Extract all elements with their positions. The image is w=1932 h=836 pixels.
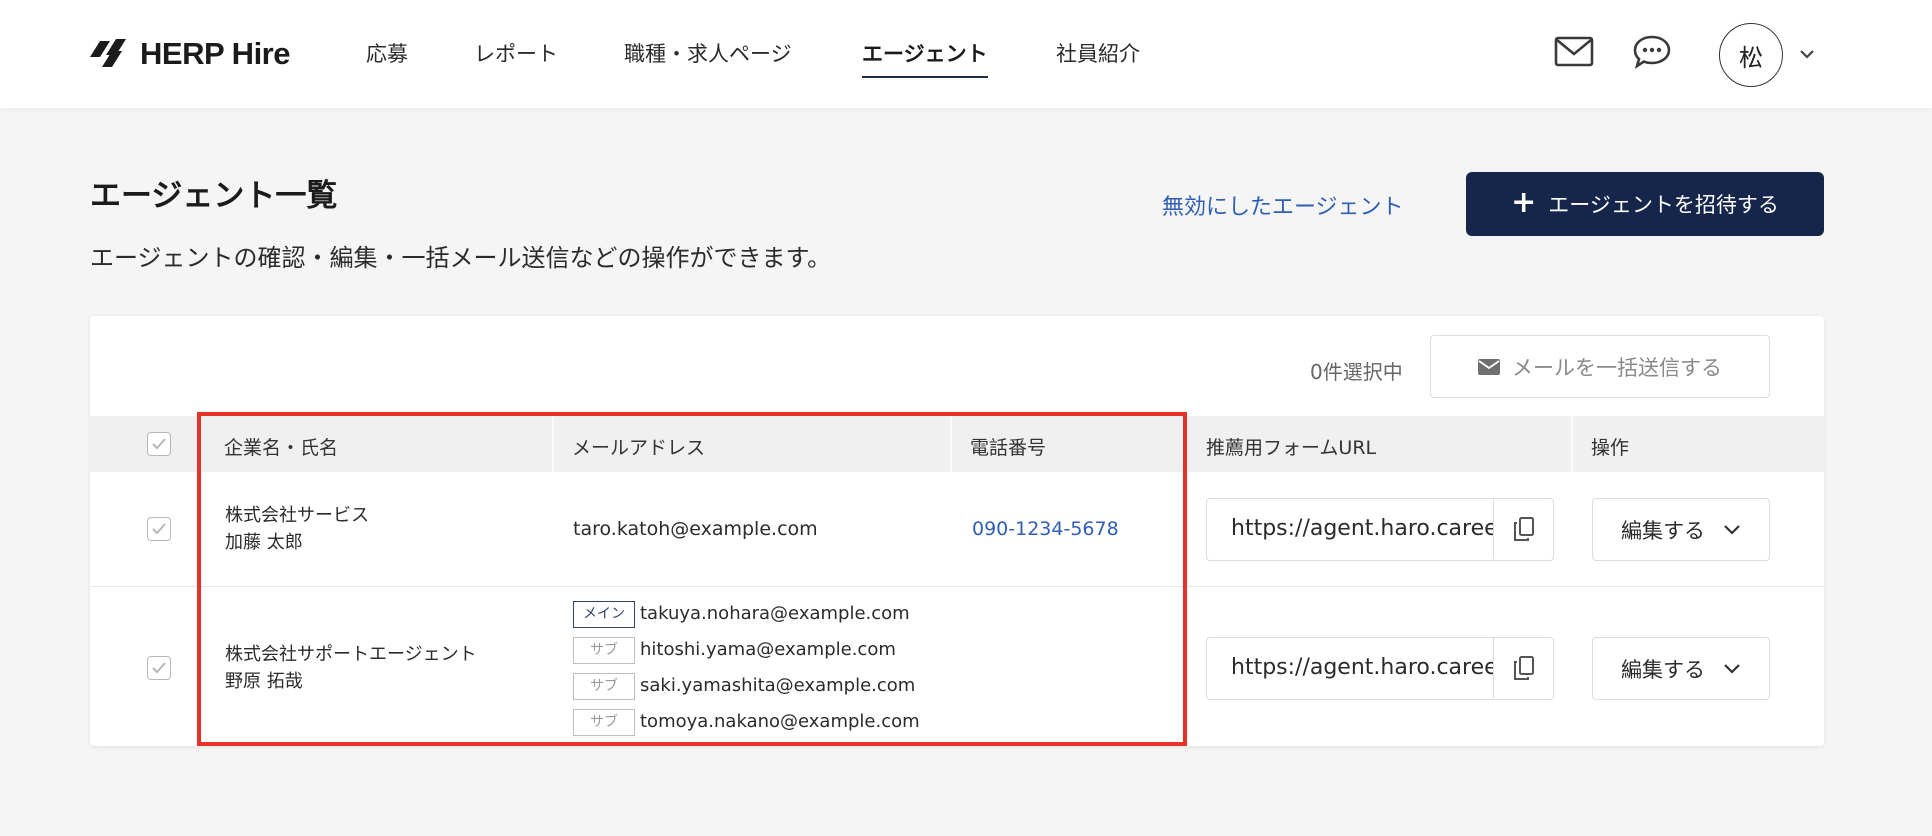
nav-item-jobs[interactable]: 職種・求人ページ (624, 38, 792, 78)
form-url-field: https://agent.haro.careers (1206, 637, 1554, 700)
main-email-badge: メイン (573, 601, 635, 628)
row-agent-name: 野原 拓哉 (225, 671, 303, 692)
top-header: HERP Hire 応募 レポート 職種・求人ページ エージェント 社員紹介 松 (0, 0, 1932, 108)
row-company: 株式会社サポートエージェント (225, 644, 477, 665)
invite-agent-label: エージェントを招待する (1548, 193, 1779, 217)
column-divider (950, 416, 952, 472)
select-all-checkbox[interactable] (147, 432, 171, 456)
column-header-form-url: 推薦用フォームURL (1206, 437, 1377, 459)
bulk-mail-label: メールを一括送信する (1512, 355, 1722, 380)
copy-icon (1513, 517, 1534, 541)
nav-item-reports[interactable]: レポート (474, 38, 558, 78)
chevron-down-icon (1724, 524, 1740, 535)
brand-logo[interactable]: HERP Hire (88, 36, 291, 72)
form-url-input[interactable]: https://agent.haro.careers (1231, 638, 1493, 698)
nav-item-referrals[interactable]: 社員紹介 (1056, 38, 1140, 78)
column-header-actions: 操作 (1591, 437, 1630, 459)
sub-email-badge: サブ (573, 673, 635, 700)
chat-icon[interactable] (1632, 34, 1672, 70)
check-icon (152, 438, 166, 450)
row-email: taro.katoh@example.com (573, 518, 818, 540)
column-divider (1571, 416, 1573, 472)
disabled-agents-link[interactable]: 無効にしたエージェント (1162, 189, 1404, 221)
page-description: エージェントの確認・編集・一括メール送信などの操作ができます。 (90, 244, 832, 272)
form-url-field: https://agent.haro.careers (1206, 498, 1554, 561)
row-checkbox[interactable] (147, 656, 171, 680)
column-divider (552, 416, 554, 472)
page-title: エージェント一覧 (90, 178, 338, 214)
user-avatar[interactable]: 松 (1719, 23, 1783, 87)
column-header-company: 企業名・氏名 (224, 437, 339, 459)
row-company: 株式会社サービス (225, 505, 369, 526)
check-icon (152, 662, 166, 674)
chevron-down-icon[interactable] (1797, 44, 1817, 64)
row-divider (90, 586, 1824, 587)
row-email: tomoya.nakano@example.com (640, 711, 920, 732)
column-header-email: メールアドレス (572, 437, 706, 459)
chevron-down-icon (1724, 663, 1740, 674)
form-url-input[interactable]: https://agent.haro.careers (1231, 499, 1493, 559)
row-email: takuya.nohara@example.com (640, 603, 910, 624)
selected-count: 0件選択中 (1310, 360, 1403, 384)
row-email: saki.yamashita@example.com (640, 675, 916, 696)
herp-logo-icon (90, 39, 126, 67)
bulk-mail-button[interactable]: メールを一括送信する (1430, 335, 1770, 398)
column-header-phone: 電話番号 (970, 437, 1047, 459)
mail-icon[interactable] (1554, 34, 1594, 70)
row-phone-link[interactable]: 090-1234-5678 (972, 518, 1119, 540)
sub-email-badge: サブ (573, 637, 635, 664)
check-icon (152, 523, 166, 535)
edit-agent-label: 編集する (1621, 657, 1705, 682)
edit-agent-button[interactable]: 編集する (1592, 637, 1770, 700)
row-email: hitoshi.yama@example.com (640, 639, 896, 660)
edit-agent-button[interactable]: 編集する (1592, 498, 1770, 561)
table-header (90, 416, 1824, 472)
column-divider (1186, 416, 1188, 472)
envelope-icon (1478, 358, 1500, 375)
nav-item-agents[interactable]: エージェント (862, 38, 988, 78)
invite-agent-button[interactable]: + エージェントを招待する (1466, 172, 1824, 236)
copy-url-button[interactable] (1493, 638, 1553, 698)
plus-icon: + (1511, 184, 1537, 220)
copy-url-button[interactable] (1493, 499, 1553, 559)
row-agent-name: 加藤 太郎 (225, 532, 303, 553)
brand-name: HERP Hire (140, 36, 291, 71)
edit-agent-label: 編集する (1621, 518, 1705, 543)
nav-item-applications[interactable]: 応募 (366, 38, 408, 78)
sub-email-badge: サブ (573, 709, 635, 736)
row-checkbox[interactable] (147, 517, 171, 541)
copy-icon (1513, 656, 1534, 680)
